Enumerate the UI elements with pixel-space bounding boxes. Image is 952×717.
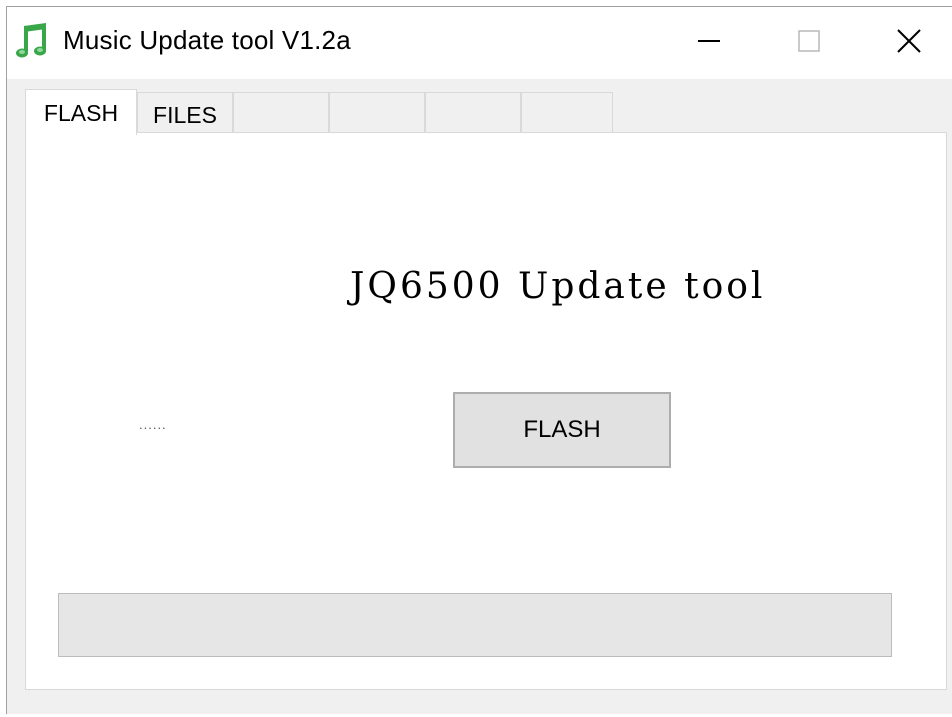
window-title: Music Update tool V1.2a [63,25,351,55]
page-title: JQ6500 Update tool [350,266,766,307]
tab-4[interactable] [329,92,425,132]
tab-flash[interactable]: FLASH [25,89,137,135]
music-note-icon [15,21,51,61]
tab-files-label: FILES [153,102,217,128]
tab-6[interactable] [521,92,613,132]
minimize-button[interactable] [659,7,759,79]
maximize-button[interactable] [759,7,859,79]
minimize-icon [697,29,721,58]
flash-button[interactable]: FLASH [453,392,671,468]
maximize-icon [797,29,821,58]
tab-3[interactable] [233,92,329,132]
title-bar[interactable]: Music Update tool V1.2a [7,7,952,79]
flash-tab-panel: JQ6500 Update tool ...... FLASH [25,132,947,690]
tab-5[interactable] [425,92,521,132]
tab-flash-label: FLASH [43,100,119,126]
tab-strip: FLASH FILES [25,89,625,135]
progress-bar [58,593,892,657]
tab-files[interactable]: FILES [137,92,233,132]
close-button[interactable] [859,7,952,79]
status-text: ...... [139,417,167,432]
app-window: Music Update tool V1.2a FLASH FILES JQ65… [6,6,952,714]
close-icon [896,28,922,59]
